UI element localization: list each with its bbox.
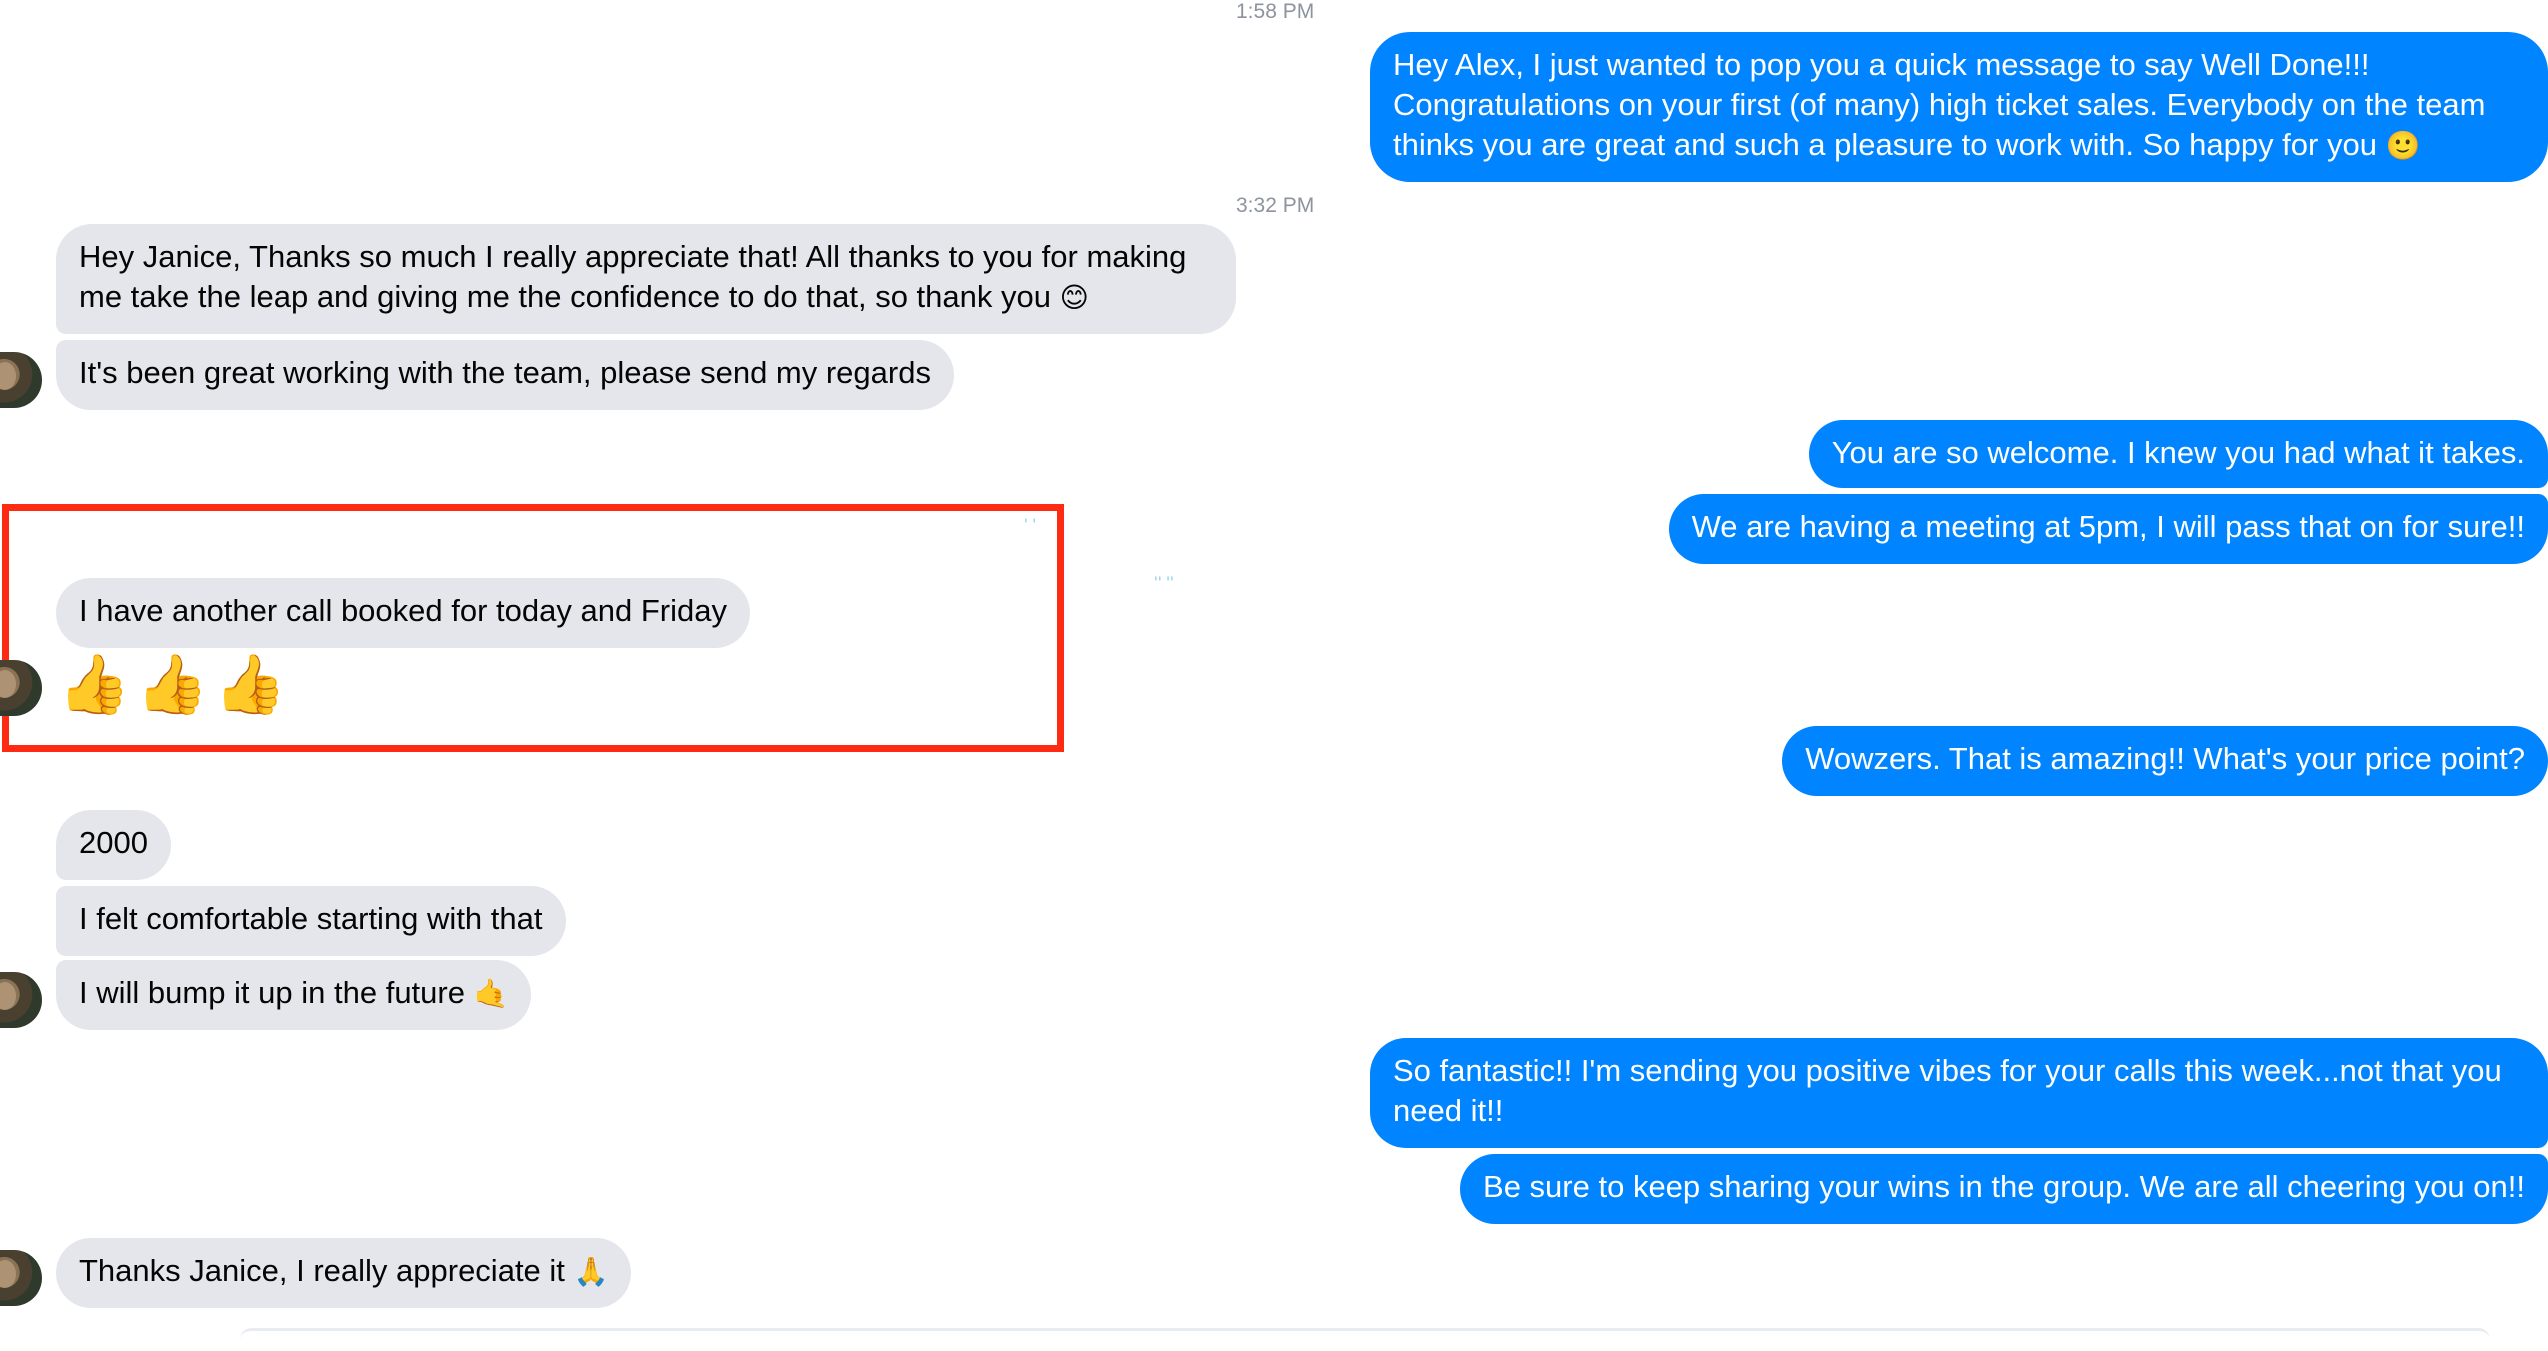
- message-bubble-outgoing[interactable]: Wowzers. That is amazing!! What's your p…: [1782, 726, 2548, 796]
- folded-hands-emoji: 🙏: [573, 1255, 609, 1288]
- message-bubble-outgoing[interactable]: Be sure to keep sharing your wins in the…: [1460, 1154, 2548, 1224]
- timestamp: 3:32 PM: [1236, 194, 1315, 217]
- call-me-hand-emoji: 🤙: [473, 977, 509, 1010]
- thumbs-up-emoji-message[interactable]: 👍👍👍: [58, 652, 293, 716]
- message-text: Thanks Janice, I really appreciate it: [79, 1253, 565, 1288]
- message-bubble-incoming[interactable]: Thanks Janice, I really appreciate it 🙏: [56, 1238, 632, 1308]
- message-text: I felt comfortable starting with that: [79, 901, 543, 936]
- message-line: So fantastic!! I'm sending you positive …: [1393, 1053, 2502, 1088]
- message-text: We are having a meeting at 5pm, I will p…: [1691, 509, 2525, 544]
- message-line: Congratulations on your first (of many) …: [1393, 87, 2486, 122]
- conversation-thread: 1:58 PM 3:32 PM Hey Alex, I just wanted …: [0, 0, 2548, 1336]
- message-text: I will bump it up in the future: [79, 975, 465, 1010]
- message-line: need it!!: [1393, 1093, 1504, 1128]
- message-line: thinks you are great and such a pleasure…: [1393, 127, 2421, 162]
- message-text: Wowzers. That is amazing!! What's your p…: [1805, 741, 2525, 776]
- message-bubble-incoming[interactable]: I felt comfortable starting with that: [56, 886, 566, 956]
- message-line: me take the leap and giving me the confi…: [79, 279, 1089, 314]
- message-text: 2000: [79, 825, 148, 860]
- message-bubble-outgoing[interactable]: Hey Alex, I just wanted to pop you a qui…: [1370, 32, 2548, 182]
- message-text: You are so welcome. I knew you had what …: [1831, 435, 2525, 470]
- message-text: It's been great working with the team, p…: [79, 355, 931, 390]
- message-bubble-outgoing[interactable]: So fantastic!! I'm sending you positive …: [1370, 1038, 2548, 1148]
- contact-avatar[interactable]: [0, 1250, 42, 1306]
- message-composer-edge[interactable]: [240, 1328, 2490, 1351]
- read-indicator-dots: '' '': [1154, 575, 1174, 591]
- contact-avatar[interactable]: [0, 972, 42, 1028]
- message-bubble-incoming[interactable]: 2000: [56, 810, 171, 880]
- message-bubble-incoming[interactable]: Hey Janice, Thanks so much I really appr…: [56, 224, 1236, 334]
- blush-emoji: 😊: [1059, 281, 1089, 314]
- timestamp: 1:58 PM: [1236, 0, 1315, 23]
- message-line: Hey Janice, Thanks so much I really appr…: [79, 239, 1187, 274]
- message-line: Hey Alex, I just wanted to pop you a qui…: [1393, 47, 2370, 82]
- message-bubble-incoming[interactable]: It's been great working with the team, p…: [56, 340, 954, 410]
- message-bubble-outgoing[interactable]: We are having a meeting at 5pm, I will p…: [1668, 494, 2548, 564]
- message-bubble-outgoing[interactable]: You are so welcome. I knew you had what …: [1808, 420, 2548, 488]
- smile-emoji: 🙂: [2385, 129, 2421, 162]
- message-bubble-incoming[interactable]: I have another call booked for today and…: [56, 578, 750, 648]
- read-indicator-dots: ' ': [1024, 517, 1037, 533]
- message-text: Be sure to keep sharing your wins in the…: [1483, 1169, 2525, 1204]
- message-bubble-incoming[interactable]: I will bump it up in the future 🤙: [56, 960, 532, 1030]
- message-text: I have another call booked for today and…: [79, 593, 727, 628]
- contact-avatar[interactable]: [0, 352, 42, 408]
